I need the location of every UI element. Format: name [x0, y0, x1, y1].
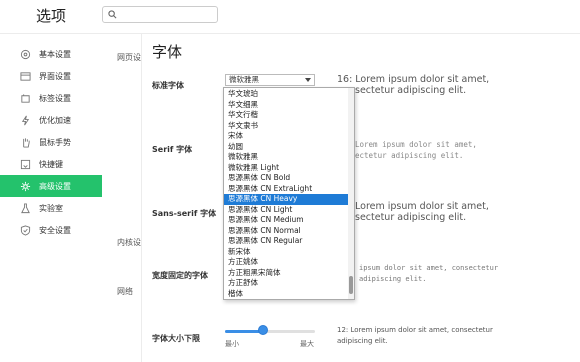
dropdown-option[interactable]: 楷体 [224, 289, 348, 300]
hand-icon [19, 136, 31, 148]
sidebar-item-gestures[interactable]: 鼠标手势 [0, 131, 102, 153]
preview-line: Lorem ipsum dolor sit amet, [355, 140, 477, 149]
standard-font-value: 微软雅黑 [229, 75, 259, 84]
keyboard-icon [19, 158, 31, 170]
gear-icon [19, 48, 31, 60]
dropdown-option[interactable]: 思源黑体 CN Medium [224, 215, 348, 226]
chevron-down-icon [305, 78, 311, 82]
dropdown-option[interactable]: 方正粗黑宋简体 [224, 268, 348, 279]
fixed-width-font-label: 宽度固定的字体 [152, 271, 208, 280]
dropdown-option[interactable]: 华文琥珀 [224, 89, 348, 100]
sidebar-item-label: 快捷键 [39, 159, 63, 169]
font-size-preview: 12: Lorem ipsum dolor sit amet, consecte… [337, 325, 493, 347]
preview-line: ectetur adipiscing elit. [355, 151, 464, 160]
preview-line: 12: Lorem ipsum dolor sit amet, consecte… [337, 326, 493, 334]
flask-icon [19, 202, 31, 214]
slider-max-label: 最大 [300, 340, 314, 348]
dropdown-option[interactable]: 新宋体 [224, 247, 348, 258]
preview-line: adipiscing elit. [359, 275, 427, 283]
dropdown-option[interactable]: 宋体 [224, 131, 348, 142]
serif-font-preview: Lorem ipsum dolor sit amet, ectetur adip… [355, 139, 477, 161]
sidebar: 基本设置 界面设置 标签设置 优化加速 鼠标手势 快捷键 高级设置 实验室 安全… [0, 34, 102, 362]
standard-font-label: 标准字体 [152, 81, 184, 90]
sidebar-item-label: 高级设置 [39, 181, 71, 191]
dropdown-option[interactable]: 微软雅黑 Light [224, 163, 348, 174]
sidebar-item-security[interactable]: 安全设置 [0, 219, 102, 241]
sidebar-item-interface[interactable]: 界面设置 [0, 65, 102, 87]
sidebar-item-label: 标签设置 [39, 93, 71, 103]
preview-line: 16: Lorem ipsum dolor sit amet, [337, 74, 490, 85]
dropdown-option[interactable]: 思源黑体 CN Regular [224, 236, 348, 247]
sans-serif-font-preview: Lorem ipsum dolor sit amet, sectetur adi… [355, 201, 489, 223]
font-size-min-label: 字体大小下限 [152, 334, 200, 343]
preview-line: ipsum dolor sit amet, consectetur [359, 264, 499, 272]
top-bar: 选项 [0, 0, 580, 34]
main-content: 字体 标准字体 微软雅黑 16: Lorem ipsum dolor sit a… [142, 34, 580, 362]
dropdown-scrollbar-thumb[interactable] [349, 276, 353, 294]
fixed-width-font-preview: ipsum dolor sit amet, consectetur adipis… [359, 263, 498, 285]
font-dropdown-list[interactable]: 华文琥珀 华文细黑 华文行楷 华文隶书 宋体 幼圆 微软雅黑 微软雅黑 Light 思源黑体 C… [223, 87, 355, 300]
sidebar-item-shortcuts[interactable]: 快捷键 [0, 153, 102, 175]
preview-line: sectetur adipiscing elit. [355, 85, 467, 96]
window-icon [19, 70, 31, 82]
dropdown-option[interactable]: 思源黑体 CN Heavy [224, 194, 348, 205]
sidebar-item-basic[interactable]: 基本设置 [0, 43, 102, 65]
search-input[interactable] [119, 8, 215, 21]
dropdown-option[interactable]: 幼圆 [224, 142, 348, 153]
sidebar-item-tabs[interactable]: 标签设置 [0, 87, 102, 109]
standard-font-preview: 16: Lorem ipsum dolor sit amet, sectetur… [337, 74, 489, 96]
preview-line: adipiscing elit. [337, 337, 388, 345]
dropdown-scrollbar[interactable] [348, 88, 354, 299]
sidebar-item-optimize[interactable]: 优化加速 [0, 109, 102, 131]
shield-icon [19, 224, 31, 236]
sidebar-item-label: 优化加速 [39, 115, 71, 125]
standard-font-select[interactable]: 微软雅黑 [225, 74, 315, 86]
search-box[interactable] [102, 6, 218, 23]
advanced-icon [19, 180, 31, 192]
sidebar-item-label: 实验室 [39, 203, 63, 213]
tab-icon [19, 92, 31, 104]
search-icon [108, 10, 117, 19]
section-title: 字体 [152, 43, 183, 61]
sans-serif-font-label: Sans-serif 字体 [152, 209, 217, 218]
preview-line: sectetur adipiscing elit. [355, 212, 467, 223]
dropdown-option[interactable]: 华文细黑 [224, 100, 348, 111]
subnav-item-network[interactable]: 网络 [117, 286, 133, 297]
dropdown-option[interactable]: 华文隶书 [224, 121, 348, 132]
dropdown-option[interactable]: 微软雅黑 [224, 152, 348, 163]
sidebar-item-label: 鼠标手势 [39, 137, 71, 147]
font-size-slider-handle[interactable] [257, 325, 268, 335]
sidebar-item-advanced[interactable]: 高级设置 [0, 175, 102, 197]
subnav-item-webpage[interactable]: 网页设 [117, 52, 141, 63]
dropdown-option[interactable]: 方正舒体 [224, 278, 348, 289]
sidebar-item-label: 安全设置 [39, 225, 71, 235]
dropdown-option[interactable]: 方正姚体 [224, 257, 348, 268]
slider-min-label: 最小 [225, 340, 239, 348]
subnav-item-kernel[interactable]: 内核设 [117, 237, 141, 248]
sidebar-item-label: 基本设置 [39, 49, 71, 59]
font-size-slider-track[interactable] [225, 330, 315, 333]
lightning-icon [19, 114, 31, 126]
dropdown-option[interactable]: 华文行楷 [224, 110, 348, 121]
dropdown-option[interactable]: 思源黑体 CN Normal [224, 226, 348, 237]
serif-font-label: Serif 字体 [152, 145, 193, 154]
sidebar-item-label: 界面设置 [39, 71, 71, 81]
preview-line: Lorem ipsum dolor sit amet, [355, 201, 489, 212]
page-title: 选项 [36, 7, 67, 25]
dropdown-option[interactable]: 思源黑体 CN Light [224, 205, 348, 216]
sub-nav: 网页设 内核设 网络 [102, 34, 142, 362]
sidebar-item-lab[interactable]: 实验室 [0, 197, 102, 219]
dropdown-option[interactable]: 思源黑体 CN Bold [224, 173, 348, 184]
dropdown-option[interactable]: 思源黑体 CN ExtraLight [224, 184, 348, 195]
